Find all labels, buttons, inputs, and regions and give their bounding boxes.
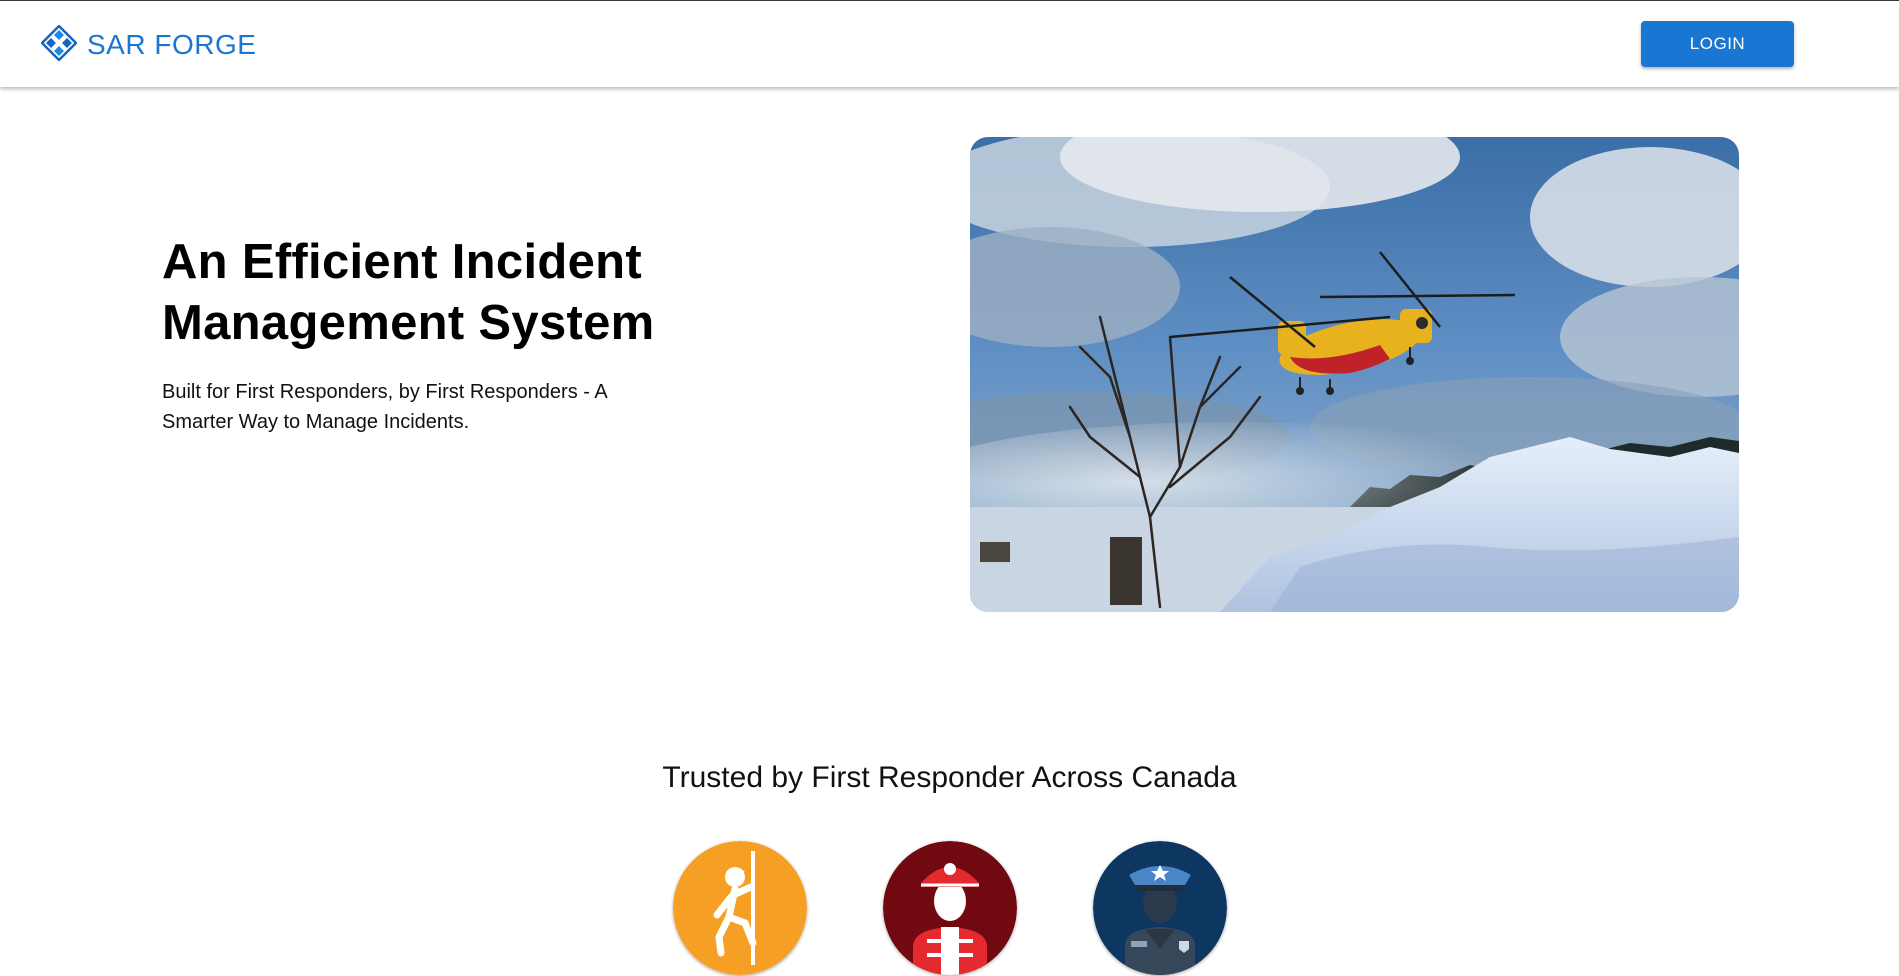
badge-rope-rescue [673, 841, 807, 975]
trusted-heading: Trusted by First Responder Across Canada [662, 761, 1237, 794]
police-officer-icon [1093, 841, 1227, 975]
hero-subtitle-line-2: Smarter Way to Manage Incidents. [162, 411, 470, 433]
hero-subtitle: Built for First Responders, by First Res… [162, 377, 682, 437]
app-bar: SAR FORGE LOGIN [0, 1, 1899, 87]
rescue-helicopter-over-snow-photo [970, 137, 1739, 612]
badge-police [1093, 841, 1227, 975]
login-button[interactable]: LOGIN [1641, 21, 1794, 67]
hero-title-line-1: An Efficient Incident [162, 235, 642, 289]
hero-image [970, 137, 1739, 612]
firefighter-icon [883, 841, 1017, 975]
brand[interactable]: SAR FORGE [40, 23, 257, 62]
hero-subtitle-line-1: Built for First Responders, by First Res… [162, 381, 608, 403]
brand-name: SAR FORGE [87, 29, 257, 60]
badge-firefighter [883, 841, 1017, 975]
rope-rescue-climber-icon [673, 841, 807, 975]
hero-title: An Efficient Incident Management System [162, 232, 802, 354]
hero-title-line-2: Management System [162, 296, 655, 350]
diamond-grid-icon [40, 23, 78, 66]
